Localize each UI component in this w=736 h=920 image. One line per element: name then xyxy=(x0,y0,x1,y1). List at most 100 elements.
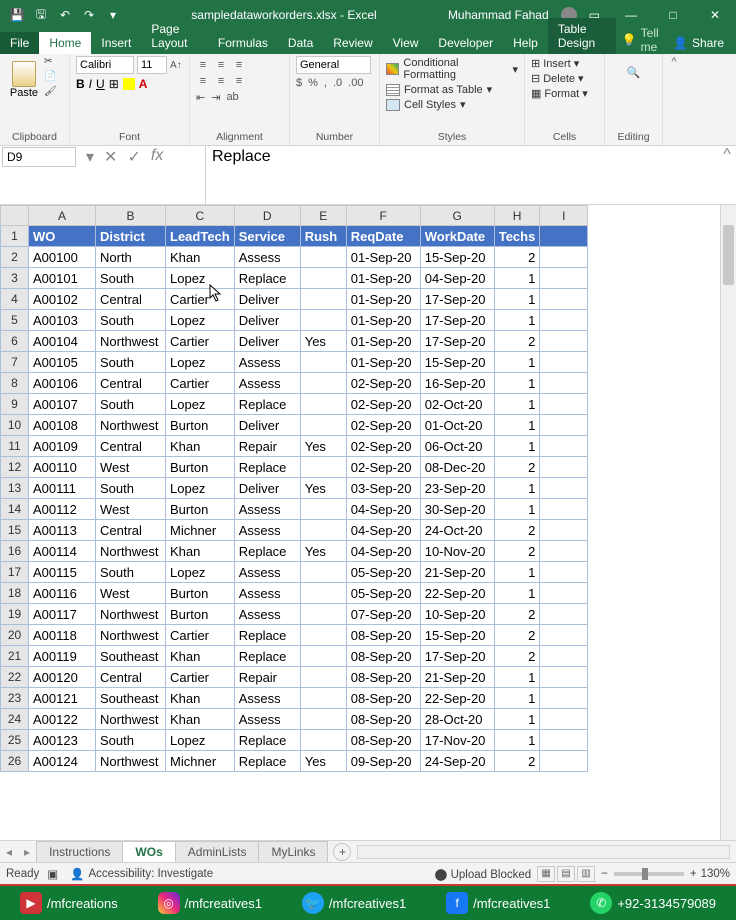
cell[interactable]: 08-Dec-20 xyxy=(420,457,494,478)
cell[interactable] xyxy=(300,415,346,436)
cell[interactable]: A00103 xyxy=(29,310,96,331)
cell[interactable]: Repair xyxy=(234,667,300,688)
cell[interactable] xyxy=(300,688,346,709)
cell[interactable]: Yes xyxy=(300,751,346,772)
col-header-D[interactable]: D xyxy=(234,206,300,226)
cell[interactable]: 1 xyxy=(494,394,540,415)
cell[interactable]: 2 xyxy=(494,247,540,268)
cell[interactable] xyxy=(540,751,588,772)
cell[interactable]: Lopez xyxy=(166,268,235,289)
sheet-tab-wos[interactable]: WOs xyxy=(122,841,175,863)
cell[interactable]: 1 xyxy=(494,499,540,520)
increase-font-icon[interactable]: A↑ xyxy=(170,60,182,71)
row-header-7[interactable]: 7 xyxy=(1,352,29,373)
cell[interactable]: Assess xyxy=(234,247,300,268)
row-header-5[interactable]: 5 xyxy=(1,310,29,331)
cell[interactable]: Replace xyxy=(234,457,300,478)
cell[interactable]: A00116 xyxy=(29,583,96,604)
row-header-22[interactable]: 22 xyxy=(1,667,29,688)
cell[interactable]: Replace xyxy=(234,625,300,646)
cell[interactable]: 17-Sep-20 xyxy=(420,310,494,331)
cell[interactable] xyxy=(300,289,346,310)
cell[interactable]: Assess xyxy=(234,373,300,394)
cell[interactable]: Yes xyxy=(300,331,346,352)
cell[interactable]: Northwest xyxy=(96,709,166,730)
cell[interactable]: Assess xyxy=(234,604,300,625)
cell[interactable]: 1 xyxy=(494,562,540,583)
table-header-cell[interactable]: Techs xyxy=(494,226,540,247)
save-icon[interactable]: 🖫 xyxy=(32,6,50,24)
bold-button[interactable]: B xyxy=(76,77,85,91)
cell[interactable]: Central xyxy=(96,373,166,394)
cell[interactable]: A00104 xyxy=(29,331,96,352)
tab-review[interactable]: Review xyxy=(323,32,382,54)
cell[interactable]: 02-Sep-20 xyxy=(346,394,420,415)
cell[interactable]: 02-Sep-20 xyxy=(346,457,420,478)
cell[interactable] xyxy=(300,646,346,667)
cell[interactable]: Northwest xyxy=(96,541,166,562)
cell[interactable] xyxy=(540,394,588,415)
expand-formula-icon[interactable]: ^ xyxy=(718,146,736,204)
collapse-ribbon-icon[interactable]: ^ xyxy=(663,54,685,145)
cell[interactable]: 07-Sep-20 xyxy=(346,604,420,625)
cell[interactable]: Deliver xyxy=(234,310,300,331)
table-header-cell[interactable]: ReqDate xyxy=(346,226,420,247)
cell[interactable] xyxy=(540,688,588,709)
row-header-1[interactable]: 1 xyxy=(1,226,29,247)
vertical-scrollbar[interactable] xyxy=(720,205,736,840)
cell[interactable]: North xyxy=(96,247,166,268)
cell[interactable]: Replace xyxy=(234,751,300,772)
align-left-icon[interactable]: ≡ xyxy=(196,74,210,88)
cell[interactable]: 30-Sep-20 xyxy=(420,499,494,520)
format-as-table-button[interactable]: Format as Table ▾ xyxy=(386,82,518,97)
row-header-23[interactable]: 23 xyxy=(1,688,29,709)
cell[interactable]: Deliver xyxy=(234,331,300,352)
cell[interactable]: 1 xyxy=(494,373,540,394)
delete-cells-button[interactable]: ⊟Delete ▾ xyxy=(531,71,598,86)
cell[interactable]: A00123 xyxy=(29,730,96,751)
row-header-10[interactable]: 10 xyxy=(1,415,29,436)
cell[interactable] xyxy=(300,499,346,520)
cell[interactable]: 1 xyxy=(494,478,540,499)
sheet-tab-adminlists[interactable]: AdminLists xyxy=(175,841,260,863)
underline-button[interactable]: U xyxy=(96,77,105,91)
cell[interactable]: Khan xyxy=(166,709,235,730)
cell[interactable] xyxy=(540,520,588,541)
cell[interactable]: 08-Sep-20 xyxy=(346,709,420,730)
cell[interactable] xyxy=(300,373,346,394)
cell[interactable] xyxy=(540,646,588,667)
cell[interactable]: A00115 xyxy=(29,562,96,583)
cell[interactable] xyxy=(540,604,588,625)
cell[interactable]: 22-Sep-20 xyxy=(420,583,494,604)
cell[interactable]: 21-Sep-20 xyxy=(420,562,494,583)
cell[interactable]: South xyxy=(96,394,166,415)
cell[interactable] xyxy=(540,478,588,499)
cell[interactable]: 10-Sep-20 xyxy=(420,604,494,625)
cell[interactable]: South xyxy=(96,562,166,583)
cell[interactable]: 05-Sep-20 xyxy=(346,562,420,583)
cell[interactable]: 24-Oct-20 xyxy=(420,520,494,541)
cell[interactable]: Replace xyxy=(234,394,300,415)
font-color-icon[interactable]: A xyxy=(139,77,148,91)
cell[interactable]: Southeast xyxy=(96,688,166,709)
format-cells-button[interactable]: ▦Format ▾ xyxy=(531,86,598,101)
cell[interactable]: 09-Sep-20 xyxy=(346,751,420,772)
cell[interactable]: A00110 xyxy=(29,457,96,478)
row-header-25[interactable]: 25 xyxy=(1,730,29,751)
align-middle-icon[interactable]: ≡ xyxy=(214,58,228,72)
cell[interactable]: Cartier xyxy=(166,625,235,646)
increase-decimal-icon[interactable]: .0 xyxy=(333,77,342,89)
cell[interactable]: A00121 xyxy=(29,688,96,709)
cell[interactable] xyxy=(300,667,346,688)
cell[interactable]: A00102 xyxy=(29,289,96,310)
cell[interactable]: Central xyxy=(96,289,166,310)
cell[interactable]: 17-Sep-20 xyxy=(420,646,494,667)
cell[interactable] xyxy=(540,226,588,247)
cell[interactable]: 04-Sep-20 xyxy=(346,520,420,541)
cell[interactable]: Michner xyxy=(166,520,235,541)
zoom-in-icon[interactable]: + xyxy=(690,868,697,880)
cell[interactable]: A00100 xyxy=(29,247,96,268)
enter-formula-icon[interactable]: ✓ xyxy=(127,147,140,167)
cell[interactable]: Lopez xyxy=(166,478,235,499)
row-header-20[interactable]: 20 xyxy=(1,625,29,646)
